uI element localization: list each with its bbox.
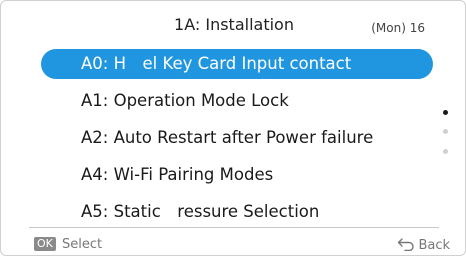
device-screen: 1A: Installation (Mon) 16 A0: H el Key C… [0, 0, 466, 256]
header: 1A: Installation (Mon) 16 [1, 1, 465, 41]
menu-item-a5[interactable]: A5: Static ressure Selection [41, 197, 433, 227]
ok-button-badge: OK [34, 237, 56, 251]
page-dot-1 [443, 110, 448, 115]
menu-item-a1[interactable]: A1: Operation Mode Lock [41, 86, 433, 116]
select-label: Select [62, 237, 103, 252]
page-indicator [442, 110, 450, 160]
footer: OK Select Back [1, 235, 465, 255]
back-arrow-icon [397, 237, 415, 252]
clock-display: (Mon) 16 [371, 21, 425, 35]
menu-item-a2[interactable]: A2: Auto Restart after Power failure [41, 123, 433, 153]
back-label: Back [418, 238, 450, 253]
select-hint[interactable]: OK Select [34, 237, 102, 253]
back-hint[interactable]: Back [397, 237, 450, 254]
menu-item-a4[interactable]: A4: Wi-Fi Pairing Modes [41, 160, 433, 190]
footer-divider [29, 227, 439, 228]
page-dot-2 [443, 129, 448, 134]
page-dot-3 [443, 149, 448, 154]
menu-item-a0[interactable]: A0: H el Key Card Input contact [41, 49, 433, 79]
